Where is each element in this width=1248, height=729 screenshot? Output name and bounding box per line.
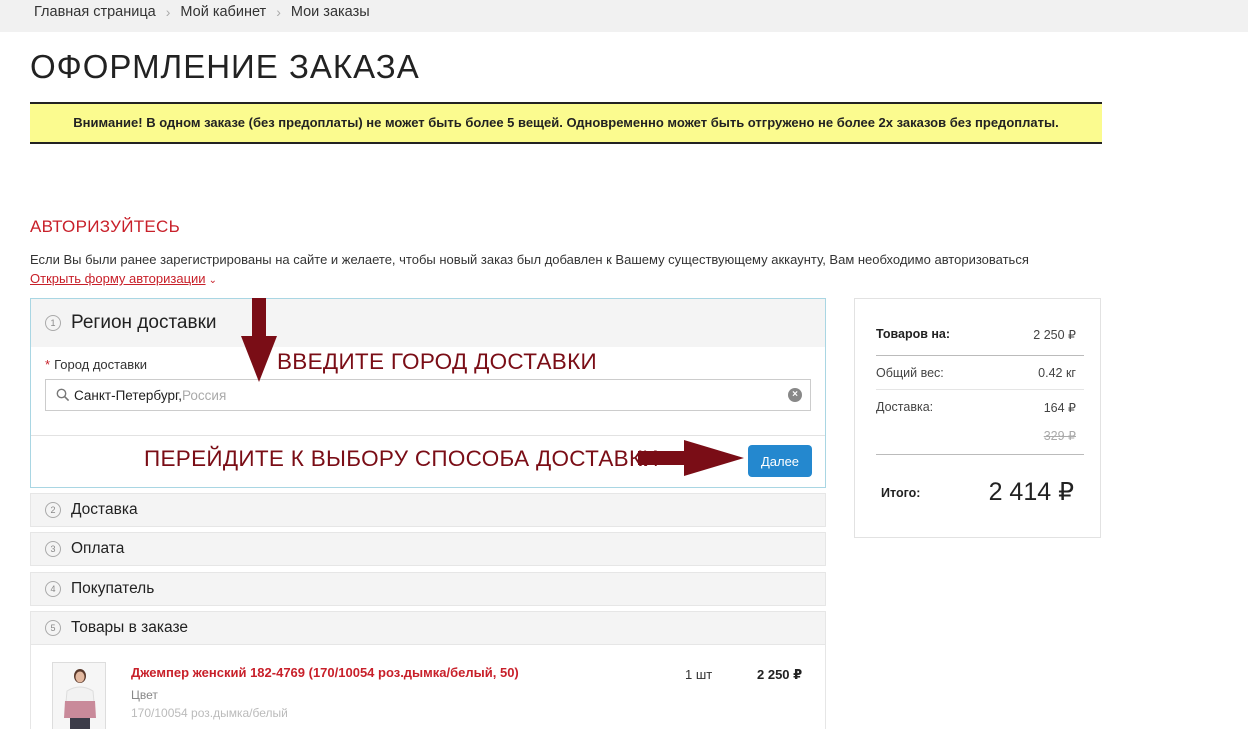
auth-title: АВТОРИЗУЙТЕСЬ bbox=[30, 217, 181, 236]
summary-goods-value: 2 250 ₽ bbox=[1033, 328, 1076, 342]
next-button[interactable]: Далее bbox=[748, 445, 812, 477]
step-buyer[interactable]: 4 Покупатель bbox=[30, 572, 826, 606]
city-label-text: Город доставки bbox=[54, 357, 148, 372]
step-title: Покупатель bbox=[71, 580, 155, 597]
page-title: ОФОРМЛЕНИЕ ЗАКАЗА bbox=[30, 48, 420, 85]
open-auth-form-link[interactable]: Открыть форму авторизации ⌄ bbox=[30, 271, 217, 286]
step-title: Доставка bbox=[71, 501, 138, 518]
product-attr-label: Цвет bbox=[131, 688, 158, 702]
summary-goods-row: Товаров на: 2 250 ₽ bbox=[876, 327, 1084, 342]
breadcrumb-home[interactable]: Главная страница bbox=[34, 4, 156, 20]
auth-link-label: Открыть форму авторизации bbox=[30, 271, 206, 286]
step-number: 4 bbox=[45, 581, 61, 597]
step-region-header[interactable]: 1 Регион доставки bbox=[31, 299, 825, 347]
product-attr-value: 170/10054 роз.дымка/белый bbox=[131, 706, 288, 720]
divider bbox=[876, 454, 1084, 455]
list-item: Джемпер женский 182-4769 (170/10054 роз.… bbox=[30, 645, 826, 729]
clear-icon[interactable]: × bbox=[788, 388, 802, 402]
step-title: Товары в заказе bbox=[71, 619, 189, 636]
chevron-right-icon: › bbox=[165, 4, 171, 20]
summary-total-label: Итого: bbox=[881, 486, 921, 500]
step-title: Оплата bbox=[71, 540, 125, 557]
breadcrumb: Главная страница › Мой кабинет › Мои зак… bbox=[34, 4, 370, 20]
city-country: Россия bbox=[181, 387, 227, 403]
summary-total-value: 2 414 ₽ bbox=[988, 478, 1074, 506]
annotation-enter-city: ВВЕДИТЕ ГОРОД ДОСТАВКИ bbox=[277, 349, 597, 374]
city-input[interactable]: Санкт-Петербург, Россия × bbox=[45, 379, 811, 411]
step-title: Регион доставки bbox=[71, 312, 217, 333]
step-number: 3 bbox=[45, 541, 61, 557]
city-field-label: * Город доставки bbox=[45, 357, 147, 372]
breadcrumb-orders[interactable]: Мои заказы bbox=[291, 4, 370, 20]
annotation-go-delivery: ПЕРЕЙДИТЕ К ВЫБОРУ СПОСОБА ДОСТАВКИ bbox=[144, 446, 659, 471]
summary-delivery-label: Доставка: bbox=[876, 400, 934, 414]
product-thumbnail[interactable] bbox=[52, 662, 106, 729]
divider bbox=[876, 355, 1084, 356]
search-icon bbox=[56, 388, 70, 402]
required-mark: * bbox=[45, 357, 51, 372]
order-limit-notice: Внимание! В одном заказе (без предоплаты… bbox=[30, 102, 1102, 144]
product-name-link[interactable]: Джемпер женский 182-4769 (170/10054 роз.… bbox=[131, 665, 519, 680]
divider bbox=[876, 389, 1084, 390]
step-number: 1 bbox=[45, 315, 61, 331]
product-price: 2 250 ₽ bbox=[757, 667, 803, 682]
breadcrumb-bar: Главная страница › Мой кабинет › Мои зак… bbox=[0, 0, 1248, 32]
step-delivery[interactable]: 2 Доставка bbox=[30, 493, 826, 527]
summary-weight-label: Общий вес: bbox=[876, 366, 944, 380]
product-qty: 1 шт bbox=[685, 667, 713, 682]
order-summary: Товаров на: 2 250 ₽ Общий вес: 0.42 кг Д… bbox=[854, 298, 1101, 538]
chevron-down-icon: ⌄ bbox=[208, 275, 217, 286]
summary-delivery-old: 329 ₽ bbox=[1043, 429, 1076, 443]
step-order-items[interactable]: 5 Товары в заказе bbox=[30, 611, 826, 645]
summary-delivery-row: Доставка: 164 ₽ bbox=[876, 400, 1084, 415]
breadcrumb-cabinet[interactable]: Мой кабинет bbox=[180, 4, 266, 20]
step-number: 2 bbox=[45, 502, 61, 518]
step-payment[interactable]: 3 Оплата bbox=[30, 532, 826, 566]
summary-goods-label: Товаров на: bbox=[876, 327, 951, 341]
step-number: 5 bbox=[45, 620, 61, 636]
chevron-right-icon: › bbox=[276, 4, 281, 20]
auth-description: Если Вы были ранее зарегистрированы на с… bbox=[30, 252, 1029, 267]
summary-weight-row: Общий вес: 0.42 кг bbox=[876, 366, 1084, 380]
product-photo-icon bbox=[53, 663, 105, 729]
summary-weight-value: 0.42 кг bbox=[1038, 366, 1076, 380]
summary-delivery-value: 164 ₽ bbox=[1043, 401, 1076, 415]
city-value: Санкт-Петербург, bbox=[74, 387, 182, 403]
divider bbox=[31, 435, 825, 436]
